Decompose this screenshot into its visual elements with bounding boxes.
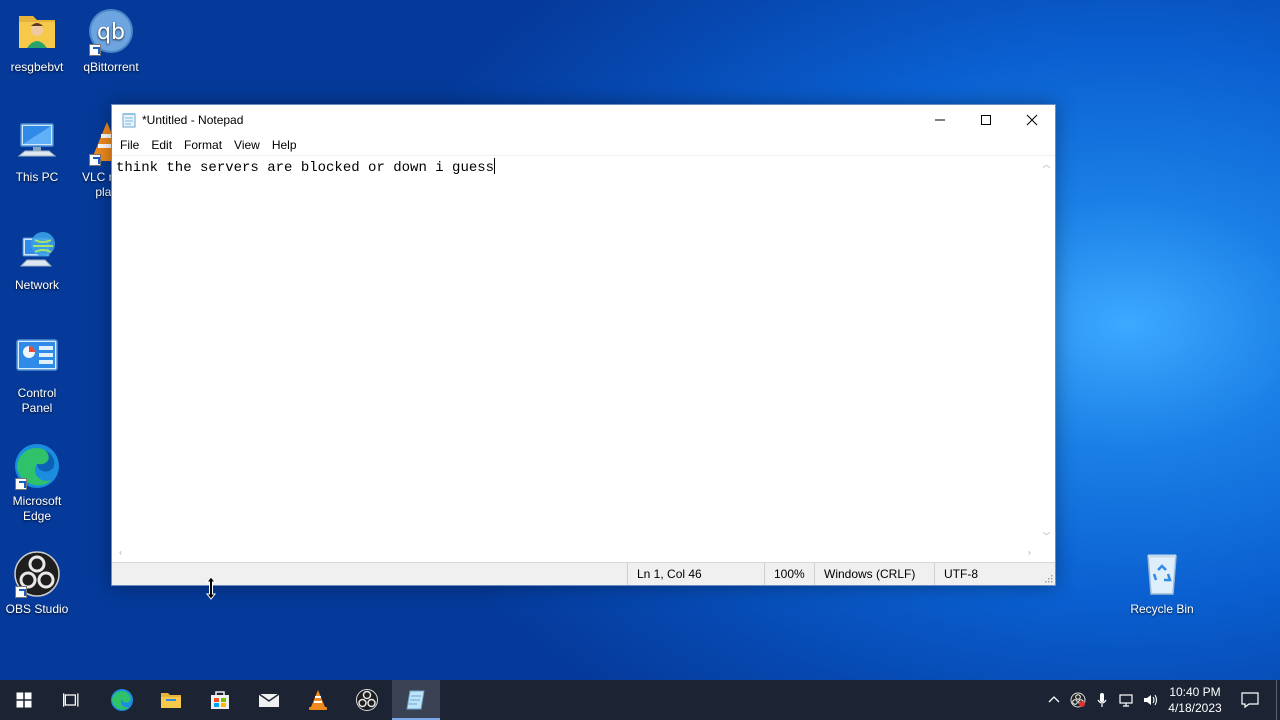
scroll-up-icon[interactable]: ︿ — [1042, 160, 1051, 169]
horizontal-scrollbar[interactable]: ‹ › — [112, 545, 1038, 562]
edge-icon — [111, 689, 133, 711]
status-zoom: 100% — [764, 563, 814, 585]
status-position: Ln 1, Col 46 — [627, 563, 764, 585]
text-caret — [494, 158, 496, 174]
taskbar-file-explorer[interactable] — [147, 680, 195, 720]
desktop-icon-this-pc[interactable]: This PC — [1, 118, 73, 185]
desktop-icon-label: resgbebvt — [10, 60, 64, 74]
store-icon — [211, 691, 229, 709]
desktop-icon-recycle-bin[interactable]: Recycle Bin — [1126, 550, 1198, 617]
taskbar-mail[interactable] — [245, 680, 293, 720]
scroll-corner — [1038, 545, 1055, 562]
desktop-icon-obs[interactable]: OBS Studio — [1, 550, 73, 617]
shortcut-arrow-icon — [89, 154, 101, 166]
maximize-icon — [981, 115, 991, 125]
obs-icon — [13, 550, 61, 598]
notifications-icon[interactable] — [1240, 690, 1260, 710]
menu-format[interactable]: Format — [178, 135, 228, 155]
resize-grip-icon[interactable] — [1043, 573, 1053, 583]
status-bar: Ln 1, Col 46 100% Windows (CRLF) UTF-8 — [112, 562, 1055, 585]
clock-date: 4/18/2023 — [1168, 701, 1222, 715]
taskbar-vlc[interactable] — [294, 680, 342, 720]
microphone-icon[interactable] — [1094, 692, 1110, 708]
shortcut-arrow-icon — [15, 478, 27, 490]
scroll-down-icon[interactable]: ﹀ — [1042, 532, 1051, 541]
chevron-up-icon[interactable] — [1046, 692, 1062, 708]
maximize-button[interactable] — [963, 105, 1009, 135]
desktop-icon-network[interactable]: Network — [1, 226, 73, 293]
status-line-ending: Windows (CRLF) — [814, 563, 934, 585]
qbittorrent-icon: qb — [87, 8, 135, 56]
desktop-icon-vlc[interactable]: VLC r pla — [75, 118, 115, 200]
computer-icon — [13, 118, 61, 166]
system-tray: 10:40 PM 4/18/2023 — [1040, 680, 1280, 720]
edge-icon — [13, 442, 61, 490]
desktop-icon-label: Network — [14, 278, 59, 292]
desktop-icon-user-folder[interactable]: resgbebvt — [1, 8, 73, 75]
text-editor[interactable]: think the servers are blocked or down i … — [112, 155, 1055, 562]
desktop-icon-qbittorrent[interactable]: qb qBittorrent — [75, 8, 147, 75]
desktop-icon-label: Control Panel — [17, 386, 57, 415]
minimize-button[interactable] — [917, 105, 963, 135]
desktop-icon-label: OBS Studio — [5, 602, 69, 616]
close-button[interactable] — [1009, 105, 1055, 135]
start-button[interactable] — [0, 680, 48, 720]
window-title: *Untitled - Notepad — [142, 113, 244, 127]
desktop-icon-label: Recycle Bin — [1130, 602, 1194, 616]
desktop-icon-label: This PC — [15, 170, 59, 184]
menu-edit[interactable]: Edit — [145, 135, 178, 155]
network-tray-icon[interactable] — [1118, 692, 1134, 708]
close-icon — [1026, 114, 1038, 126]
minimize-icon — [935, 119, 945, 121]
scroll-right-icon[interactable]: › — [1025, 548, 1034, 558]
taskbar-notepad[interactable] — [392, 680, 440, 720]
desktop-icon-label: Microsoft Edge — [12, 494, 62, 523]
notepad-icon — [406, 690, 425, 710]
status-encoding: UTF-8 — [934, 563, 1044, 585]
svg-text:qb: qb — [97, 20, 125, 45]
user-folder-icon — [13, 8, 61, 56]
control-panel-icon — [13, 334, 61, 382]
menu-help[interactable]: Help — [266, 135, 303, 155]
taskbar-edge[interactable] — [98, 680, 146, 720]
menu-bar: File Edit Format View Help — [112, 135, 1055, 155]
desktop-icon-label: VLC r pla — [82, 170, 113, 199]
show-desktop-button[interactable] — [1276, 680, 1280, 720]
obs-tray-icon[interactable] — [1070, 692, 1086, 708]
recycle-bin-icon — [1138, 550, 1186, 598]
title-bar[interactable]: *Untitled - Notepad — [112, 105, 1055, 135]
shortcut-arrow-icon — [89, 44, 101, 56]
vertical-scrollbar[interactable]: ︿ ﹀ — [1038, 156, 1055, 545]
volume-icon[interactable] — [1142, 692, 1158, 708]
folder-icon — [161, 693, 181, 708]
vlc-icon — [309, 690, 327, 710]
windows-logo-icon — [16, 692, 32, 708]
obs-icon — [356, 689, 378, 711]
resize-cursor-icon — [205, 576, 217, 600]
desktop-icon-edge[interactable]: Microsoft Edge — [1, 442, 73, 524]
mail-icon — [258, 693, 280, 707]
notepad-window[interactable]: *Untitled - Notepad File Edit Format Vie… — [111, 104, 1056, 586]
taskbar: 10:40 PM 4/18/2023 — [0, 680, 1280, 720]
taskbar-store[interactable] — [196, 680, 244, 720]
desktop-icon-label: qBittorrent — [83, 60, 139, 74]
task-view-icon — [63, 693, 79, 707]
editor-content: think the servers are blocked or down i … — [116, 160, 495, 176]
desktop-icon-control-panel[interactable]: Control Panel — [1, 334, 73, 416]
taskbar-clock[interactable]: 10:40 PM 4/18/2023 — [1160, 684, 1230, 716]
menu-view[interactable]: View — [228, 135, 266, 155]
menu-file[interactable]: File — [114, 135, 145, 155]
clock-time: 10:40 PM — [1169, 685, 1221, 699]
scroll-left-icon[interactable]: ‹ — [116, 548, 125, 558]
shortcut-arrow-icon — [15, 586, 27, 598]
notepad-icon — [122, 113, 136, 128]
network-icon — [13, 226, 61, 274]
taskbar-obs[interactable] — [343, 680, 391, 720]
task-view-button[interactable] — [48, 680, 96, 720]
